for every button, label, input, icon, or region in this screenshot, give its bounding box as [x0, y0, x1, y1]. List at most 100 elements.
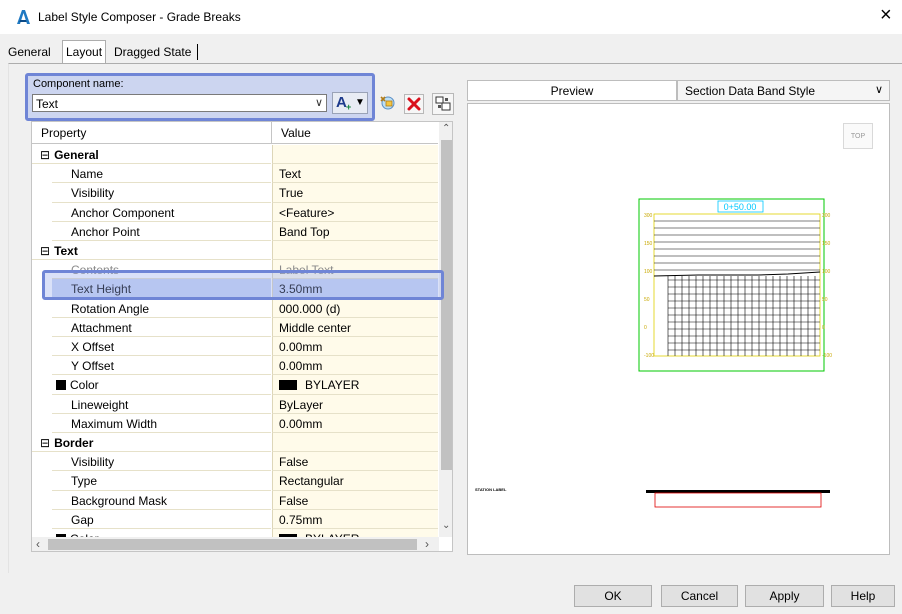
property-name: General [54, 148, 99, 162]
value-cell[interactable]: ByLayer [272, 394, 438, 414]
grid-category-row[interactable]: ⊟ Border [32, 433, 438, 453]
value-cell[interactable]: <Feature> [272, 202, 438, 222]
grid-property-row[interactable]: Gap 0.75mm [32, 509, 438, 529]
value-cell[interactable]: 0.00mm [272, 337, 438, 357]
grid-category-row[interactable]: ⊟ Text [32, 241, 438, 261]
close-icon[interactable]: × [880, 5, 892, 25]
delete-component-button[interactable] [404, 94, 424, 114]
tab-dragged-state[interactable]: Dragged State [112, 42, 193, 64]
value-cell[interactable]: Text [272, 164, 438, 184]
value-text: 0.00mm [279, 416, 323, 431]
grid-property-row[interactable]: Type Rectangular [32, 471, 438, 491]
property-cell[interactable]: Color [52, 375, 271, 395]
property-grid[interactable]: Property Value ⊟ General Name Text Visibilit… [31, 121, 453, 552]
property-value: Rectangular [279, 474, 344, 488]
value-cell[interactable]: Rectangular [272, 471, 438, 491]
column-header-value[interactable]: Value [281, 126, 311, 140]
right-axis-tick-label: 50 [822, 297, 828, 303]
right-axis-tick-label: 0 [822, 325, 825, 331]
vertical-scrollbar[interactable]: ⌃ ⌄ [439, 122, 452, 537]
scroll-up-icon[interactable]: ⌃ [442, 123, 450, 134]
grid-property-row[interactable]: Visibility True [32, 183, 438, 203]
scroll-right-icon[interactable]: › [425, 537, 429, 551]
value-cell[interactable]: Middle center [272, 317, 438, 337]
grid-property-row[interactable]: Color BYLAYER [32, 375, 438, 395]
property-cell[interactable]: ⊟ General [32, 145, 271, 165]
property-cell[interactable]: Lineweight [52, 394, 271, 414]
property-name: Lineweight [71, 397, 129, 412]
property-cell[interactable]: Name [52, 164, 271, 184]
grid-property-row[interactable]: X Offset 0.00mm [32, 337, 438, 357]
property-cell[interactable]: Anchor Component [52, 202, 271, 222]
scroll-left-icon[interactable]: ‹ [36, 537, 40, 551]
property-cell[interactable]: Gap [52, 509, 271, 529]
grid-property-row[interactable]: Name Text [32, 164, 438, 184]
property-cell[interactable]: Visibility [52, 452, 271, 472]
property-cell[interactable]: Anchor Point [52, 221, 271, 241]
property-cell[interactable]: Maximum Width [52, 413, 271, 433]
grid-property-row[interactable]: Anchor Point Band Top [32, 221, 438, 241]
preview-canvas[interactable]: TOP 0+50.00 300 150 100 50 0 -100 300 150 100 50… [467, 103, 890, 555]
grid-property-row[interactable]: Visibility False [32, 452, 438, 472]
value-cell[interactable]: 000.000 (d) [272, 298, 438, 318]
property-label: Lineweight [71, 398, 128, 412]
property-label: Anchor Point [71, 225, 140, 239]
grid-category-row[interactable]: ⊟ General [32, 145, 438, 165]
property-value: 0.00mm [279, 340, 322, 354]
help-button[interactable]: Help [831, 585, 895, 607]
vertical-scroll-thumb[interactable] [441, 140, 452, 470]
grid-property-row[interactable]: Rotation Angle 000.000 (d) [32, 298, 438, 318]
color-swatch-icon [56, 380, 66, 391]
property-cell[interactable]: ⊟ Border [32, 433, 271, 453]
preview-style-dropdown[interactable]: Section Data Band Style ∨ [677, 80, 890, 101]
collapse-icon[interactable]: ⊟ [40, 436, 50, 450]
property-cell[interactable]: Type [52, 471, 271, 491]
category-label: ⊟ General [40, 148, 99, 162]
property-cell[interactable]: Y Offset [52, 356, 271, 376]
component-name-dropdown[interactable]: Text ∨ [32, 94, 327, 112]
tab-layout[interactable]: Layout [62, 40, 107, 64]
property-value: <Feature> [279, 206, 334, 220]
value-cell[interactable]: Band Top [272, 221, 438, 241]
apply-button[interactable]: Apply [745, 585, 824, 607]
grid-property-row[interactable]: Background Mask False [32, 490, 438, 510]
value-cell[interactable]: False [272, 452, 438, 472]
property-cell[interactable]: Rotation Angle [52, 298, 271, 318]
property-cell[interactable]: Background Mask [52, 490, 271, 510]
cancel-button[interactable]: Cancel [661, 585, 738, 607]
right-axis-tick-label: -100 [822, 353, 832, 359]
horizontal-scrollbar[interactable]: ‹ › [32, 537, 439, 551]
column-header-property[interactable]: Property [41, 126, 86, 140]
row-gutter [32, 471, 52, 491]
grid-property-row[interactable]: Maximum Width 0.00mm [32, 413, 438, 433]
left-axis-tick-label: 0 [644, 325, 647, 331]
property-value: 000.000 (d) [279, 302, 340, 316]
value-cell[interactable]: BYLAYER [272, 375, 438, 395]
ok-button[interactable]: OK [574, 585, 652, 607]
left-axis-tick-label: 100 [644, 269, 653, 275]
grid-property-row[interactable]: Anchor Component <Feature> [32, 202, 438, 222]
grid-property-row[interactable]: Lineweight ByLayer [32, 394, 438, 414]
property-cell[interactable]: ⊟ Text [32, 241, 271, 261]
property-cell[interactable]: Visibility [52, 183, 271, 203]
horizontal-scroll-thumb[interactable] [48, 539, 417, 550]
column-divider[interactable] [271, 122, 272, 144]
copy-component-icon[interactable] [378, 94, 396, 112]
component-draw-order-button[interactable] [432, 93, 454, 115]
add-text-component-button[interactable]: A + ▼ [332, 92, 368, 114]
scroll-down-icon[interactable]: ⌄ [442, 520, 450, 531]
value-cell[interactable]: 0.75mm [272, 509, 438, 529]
property-cell[interactable]: X Offset [52, 337, 271, 357]
value-cell[interactable]: True [272, 183, 438, 203]
tab-general[interactable]: General [6, 42, 53, 64]
grid-property-row[interactable]: Attachment Middle center [32, 317, 438, 337]
value-cell[interactable]: 0.00mm [272, 413, 438, 433]
value-cell[interactable]: 0.00mm [272, 356, 438, 376]
value-cell[interactable]: False [272, 490, 438, 510]
collapse-icon[interactable]: ⊟ [40, 244, 50, 258]
property-cell[interactable]: Attachment [52, 317, 271, 337]
grid-property-row[interactable]: Y Offset 0.00mm [32, 356, 438, 376]
plus-icon: + [346, 102, 352, 112]
collapse-icon[interactable]: ⊟ [40, 148, 50, 162]
row-gutter [32, 356, 52, 376]
